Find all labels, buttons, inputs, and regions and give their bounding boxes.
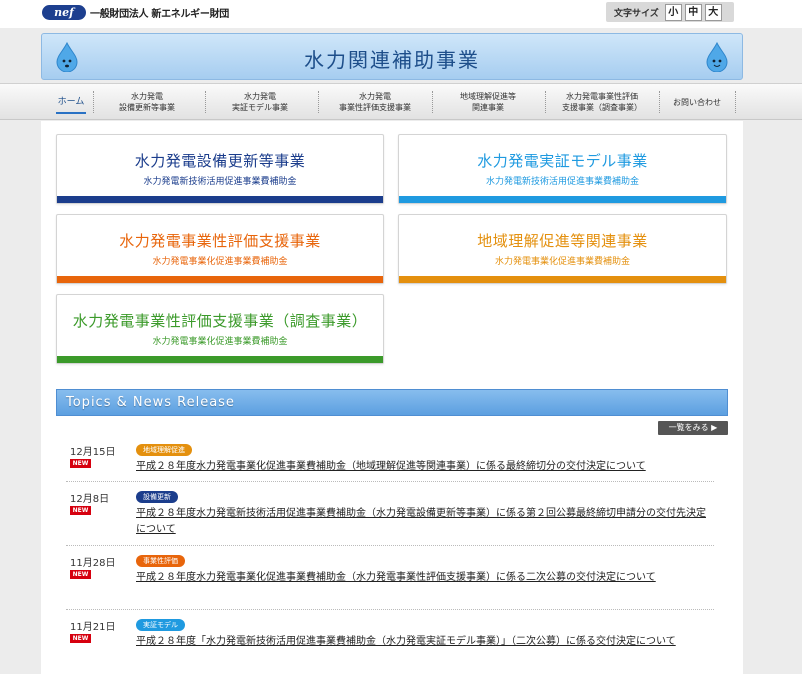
category-badge: 設備更新 xyxy=(136,491,178,503)
news-link[interactable]: 平成２８年度水力発電新技術活用促進事業費補助金（水力発電設備更新等事業）に係る第… xyxy=(136,506,714,538)
top-header: nef 一般財団法人 新エネルギー財団 文字サイズ 小 中 大 xyxy=(0,0,802,28)
card-title: 水力発電設備更新等事業 xyxy=(134,152,306,170)
card-title: 水力発電事業性評価支援事業 xyxy=(119,232,321,250)
news-date: 11月21日 xyxy=(70,622,116,633)
nav-item-line2: 設備更新等事業 xyxy=(119,103,175,112)
new-badge: NEW xyxy=(70,459,91,468)
card-color-bar xyxy=(57,356,383,363)
card-regional-understanding[interactable]: 地域理解促進等関連事業 水力発電事業化促進事業費補助金 xyxy=(398,214,727,284)
nav-item-demonstration-model[interactable]: 水力発電 実証モデル事業 xyxy=(206,84,314,120)
font-size-large-button[interactable]: 大 xyxy=(704,3,722,21)
card-subtitle: 水力発電事業化促進事業費補助金 xyxy=(494,257,630,267)
card-demonstration-model[interactable]: 水力発電実証モデル事業 水力発電新技術活用促進事業費補助金 xyxy=(398,134,727,204)
news-link[interactable]: 平成２８年度水力発電事業化促進事業費補助金（水力発電事業性評価支援事業）に係る二… xyxy=(136,570,714,586)
water-drop-mascot-icon xyxy=(706,42,728,72)
news-divider xyxy=(66,481,714,482)
nav-item-line2: 関連事業 xyxy=(472,103,504,112)
nav-active-indicator xyxy=(56,112,86,114)
card-subtitle: 水力発電新技術活用促進事業費補助金 xyxy=(485,177,639,187)
nav-item-regional-understanding[interactable]: 地域理解促進等 関連事業 xyxy=(433,84,543,120)
new-badge: NEW xyxy=(70,634,91,643)
nav-item-line1: 水力発電事業性評価 xyxy=(566,92,638,101)
category-badge: 地域理解促進 xyxy=(136,444,192,456)
card-color-bar xyxy=(399,276,726,283)
news-date: 12月8日 xyxy=(70,494,110,505)
page-title: 水力関連補助事業 xyxy=(304,48,480,72)
card-title: 水力発電実証モデル事業 xyxy=(477,152,648,170)
nav-contact[interactable]: お問い合わせ xyxy=(660,84,734,120)
nav-item-line2: 事業性評価支援事業 xyxy=(339,103,411,112)
nav-item-line1: 地域理解促進等 xyxy=(460,92,516,101)
card-title: 水力発電事業性評価支援事業（調査事業） xyxy=(72,312,368,330)
topics-title: Topics & News Release xyxy=(66,395,235,410)
nav-item-line2: 支援事業（調査事業） xyxy=(562,103,642,112)
card-subtitle: 水力発電事業化促進事業費補助金 xyxy=(152,337,288,347)
font-size-small-button[interactable]: 小 xyxy=(664,3,682,21)
site-logo[interactable]: nef 一般財団法人 新エネルギー財団 xyxy=(42,5,229,20)
news-link[interactable]: 平成２８年度水力発電事業化促進事業費補助金（地域理解促進等関連事業）に係る最終締… xyxy=(136,459,714,475)
new-badge: NEW xyxy=(70,506,91,515)
org-name: 一般財団法人 新エネルギー財団 xyxy=(90,9,229,20)
card-subtitle: 水力発電事業化促進事業費補助金 xyxy=(152,257,288,267)
nav-item-line1: 水力発電 xyxy=(359,92,391,101)
category-badge: 事業性評価 xyxy=(136,555,185,567)
view-all-button[interactable]: 一覧をみる ▶ xyxy=(658,421,728,435)
card-color-bar xyxy=(399,196,726,203)
nav-item-line1: 水力発電 xyxy=(131,92,163,101)
nef-logo-mark: nef xyxy=(42,5,86,20)
card-color-bar xyxy=(57,196,383,203)
main-nav: ホーム 水力発電 設備更新等事業 水力発電 実証モデル事業 水力発電 事業性評価… xyxy=(0,83,802,120)
card-subtitle: 水力発電新技術活用促進事業費補助金 xyxy=(143,177,297,187)
card-equipment-renewal[interactable]: 水力発電設備更新等事業 水力発電新技術活用促進事業費補助金 xyxy=(56,134,384,204)
nav-item-line2: 実証モデル事業 xyxy=(232,103,288,112)
card-title: 地域理解促進等関連事業 xyxy=(477,232,648,250)
news-link[interactable]: 平成２８年度「水力発電新技術活用促進事業費補助金（水力発電実証モデル事業）」（二… xyxy=(136,634,714,650)
news-divider xyxy=(66,609,714,610)
nav-divider xyxy=(735,91,736,113)
nav-item-feasibility-support[interactable]: 水力発電 事業性評価支援事業 xyxy=(319,84,431,120)
nav-item-equipment-renewal[interactable]: 水力発電 設備更新等事業 xyxy=(94,84,200,120)
card-feasibility-survey[interactable]: 水力発電事業性評価支援事業（調査事業） 水力発電事業化促進事業費補助金 xyxy=(56,294,384,364)
page-banner: 水力関連補助事業 xyxy=(41,33,743,80)
font-size-switcher: 文字サイズ 小 中 大 xyxy=(606,2,734,22)
new-badge: NEW xyxy=(70,570,91,579)
font-size-medium-button[interactable]: 中 xyxy=(684,3,702,21)
nav-item-line1: 水力発電 xyxy=(244,92,276,101)
nav-item-feasibility-survey[interactable]: 水力発電事業性評価 支援事業（調査事業） xyxy=(546,84,658,120)
card-color-bar xyxy=(57,276,383,283)
nav-home[interactable]: ホーム xyxy=(50,84,92,120)
card-feasibility-support[interactable]: 水力発電事業性評価支援事業 水力発電事業化促進事業費補助金 xyxy=(56,214,384,284)
font-size-label: 文字サイズ xyxy=(614,8,659,19)
topics-header: Topics & News Release xyxy=(56,389,728,416)
category-badge: 実証モデル xyxy=(136,619,185,631)
news-date: 11月28日 xyxy=(70,558,116,569)
news-divider xyxy=(66,545,714,546)
news-date: 12月15日 xyxy=(70,447,116,458)
